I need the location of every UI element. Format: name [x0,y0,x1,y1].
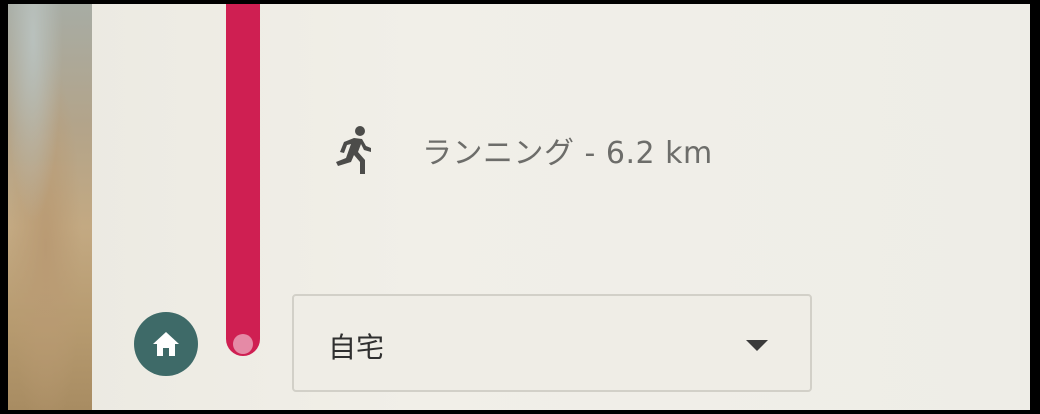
timeline-line [226,4,260,356]
running-icon [330,124,372,176]
timeline-screen: ランニング - 6.2 km 自宅 [8,4,1030,410]
home-icon [153,332,179,356]
background-photo-edge [8,4,92,410]
activity-label: ランニング - 6.2 km [422,136,713,171]
timeline-dot [233,334,253,354]
home-button[interactable] [134,312,198,376]
place-dropdown-value: 自宅 [328,331,385,364]
dropdown-arrow-icon [746,340,768,351]
place-dropdown[interactable]: 自宅 [292,294,812,392]
